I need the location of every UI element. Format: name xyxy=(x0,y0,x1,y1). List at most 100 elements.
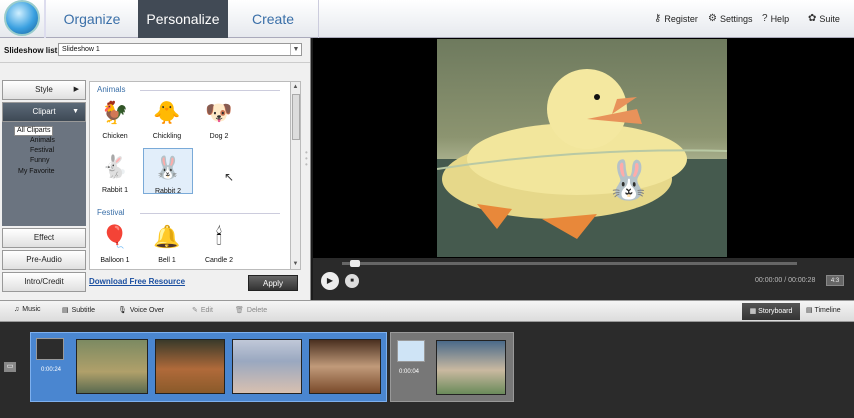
help-label: Help xyxy=(770,14,790,24)
style-button[interactable]: Style ▶ xyxy=(2,80,86,100)
chevron-up-icon[interactable]: ▲ xyxy=(291,82,300,92)
panel-resize-handle[interactable]: • • • xyxy=(305,149,309,170)
clipart-item-rabbit-2[interactable]: 🐰 Rabbit 2 xyxy=(143,148,193,195)
progress-bar[interactable] xyxy=(342,262,797,265)
settings-link[interactable]: ⚙ Settings xyxy=(708,13,753,25)
divider xyxy=(140,213,280,214)
voice-over-label: Voice Over xyxy=(129,306,165,314)
voice-over-button[interactable]: 🎙 Voice Over xyxy=(118,306,165,315)
subtitle-button[interactable]: ▤ Subtitle xyxy=(62,306,95,315)
music-button[interactable]: ♫ Music xyxy=(14,306,41,313)
transition-icon[interactable] xyxy=(397,340,425,362)
trash-icon: 🗑 xyxy=(235,307,244,314)
timecode: 00:00:00 / 00:00:28 xyxy=(755,277,816,284)
register-link[interactable]: ⚷ Register xyxy=(654,13,698,25)
slide-thumbnail-duckling[interactable] xyxy=(76,339,148,394)
suite-icon: ✿ xyxy=(808,13,817,24)
style-label: Style xyxy=(35,85,53,94)
style-thumbnail-icon[interactable] xyxy=(36,338,64,360)
balloon-icon: 🎈 xyxy=(101,224,129,249)
slide-thumbnail-fawn[interactable] xyxy=(155,339,225,394)
clipart-gallery: Animals 🐓 Chicken 🐥 Chickling 🐶 Dog 2 🐇 Rabb… xyxy=(89,81,291,270)
stop-icon[interactable]: ■ xyxy=(345,274,359,288)
clipart-item-dog-2[interactable]: 🐶 Dog 2 xyxy=(194,96,244,140)
slideshow-select-value: Slideshow 1 xyxy=(62,46,100,53)
divider xyxy=(0,62,310,63)
gear-icon: ⚙ xyxy=(708,13,717,24)
music-icon: ♫ xyxy=(14,306,20,313)
clipart-label: Clipart xyxy=(32,107,56,116)
clipart-item-balloon-1[interactable]: 🎈 Balloon 1 xyxy=(90,220,140,264)
tab-personalize[interactable]: Personalize xyxy=(138,0,228,38)
mouse-cursor-icon: ↖ xyxy=(224,170,235,184)
divider xyxy=(318,0,319,38)
help-link[interactable]: ? Help xyxy=(762,13,789,25)
intro-credit-button[interactable]: Intro/Credit xyxy=(2,272,86,292)
app-logo-icon[interactable] xyxy=(4,0,40,36)
help-icon: ? xyxy=(762,13,768,24)
clipart-label: Candle 2 xyxy=(204,257,234,264)
music-label: Music xyxy=(22,306,41,313)
slide-thumbnail-puppy[interactable] xyxy=(436,340,506,395)
apply-button[interactable]: Apply xyxy=(248,275,298,291)
rabbit-clipart-overlay[interactable]: 🐰 xyxy=(605,159,652,203)
group-duration: 0:00:24 xyxy=(41,367,62,373)
tree-item-my-favorite[interactable]: My Favorite xyxy=(18,168,55,175)
bell-icon: 🔔 xyxy=(153,224,181,249)
clipart-item-candle-2[interactable]: 🕯 Candle 2 xyxy=(194,220,244,264)
edit-button[interactable]: ✎ Edit xyxy=(192,306,213,315)
pre-audio-button[interactable]: Pre-Audio xyxy=(2,250,86,270)
effect-button[interactable]: Effect xyxy=(2,228,86,248)
slide-thumbnail-kitten[interactable] xyxy=(232,339,302,394)
suite-link[interactable]: ✿ Suite xyxy=(808,13,840,25)
chevron-down-icon: ▼ xyxy=(72,108,79,115)
category-animals: Animals xyxy=(97,85,126,94)
clipart-label: Rabbit 1 xyxy=(101,187,129,194)
suite-label: Suite xyxy=(819,14,840,24)
timeline-button[interactable]: ▤ Timeline xyxy=(806,306,841,314)
storyboard-button[interactable]: ▦ Storyboard xyxy=(742,303,800,320)
slideshow-select[interactable]: Slideshow 1 ▼ xyxy=(58,43,302,56)
category-festival: Festival xyxy=(97,208,125,217)
clipart-button[interactable]: Clipart ▼ xyxy=(2,102,86,122)
slideshow-list-label: Slideshow list : xyxy=(4,46,63,55)
tree-item-all-cliparts[interactable]: All Cliparts xyxy=(14,126,54,136)
rabbit-icon: 🐰 xyxy=(154,155,182,180)
chicken-icon: 🐓 xyxy=(101,100,129,125)
clipart-item-chicken[interactable]: 🐓 Chicken xyxy=(90,96,140,140)
tree-item-festival[interactable]: Festival xyxy=(30,147,54,154)
clipart-item-bell-1[interactable]: 🔔 Bell 1 xyxy=(142,220,192,264)
storyboard-label: Storyboard xyxy=(758,308,793,315)
clipart-label: Balloon 1 xyxy=(100,257,130,264)
tree-item-funny[interactable]: Funny xyxy=(30,157,49,164)
microphone-icon: 🎙 xyxy=(118,307,127,314)
scrollbar-thumb[interactable] xyxy=(292,94,300,140)
film-strip-icon[interactable]: ▭ xyxy=(4,362,16,372)
gallery-scrollbar[interactable]: ▲ ▼ xyxy=(290,81,301,270)
subtitle-icon: ▤ xyxy=(62,307,69,314)
chevron-down-icon[interactable]: ▼ xyxy=(290,44,301,55)
clipart-label: Chickling xyxy=(152,133,182,140)
delete-label: Delete xyxy=(246,306,268,314)
slide-thumbnail-cats[interactable] xyxy=(309,339,381,394)
pencil-icon: ✎ xyxy=(192,307,198,314)
tab-organize[interactable]: Organize xyxy=(46,0,138,38)
play-icon[interactable]: ▶ xyxy=(321,272,339,290)
clipart-label: Chicken xyxy=(102,133,128,140)
chevron-down-icon[interactable]: ▼ xyxy=(291,259,300,269)
subtitle-label: Subtitle xyxy=(71,306,95,314)
divider xyxy=(140,90,280,91)
edit-label: Edit xyxy=(200,306,213,314)
tree-item-animals[interactable]: Animals xyxy=(30,137,55,144)
clipart-item-chickling[interactable]: 🐥 Chickling xyxy=(142,96,192,140)
dog-icon: 🐶 xyxy=(205,100,233,125)
delete-button[interactable]: 🗑 Delete xyxy=(235,306,268,315)
candle-icon: 🕯 xyxy=(215,224,223,249)
download-free-resource-link[interactable]: Download Free Resource xyxy=(89,277,185,286)
aspect-ratio-button[interactable]: 4:3 xyxy=(826,275,844,286)
progress-handle[interactable] xyxy=(350,260,360,267)
tab-create[interactable]: Create xyxy=(228,0,318,38)
chevron-right-icon: ▶ xyxy=(73,86,79,93)
clipart-label: Rabbit 2 xyxy=(154,188,182,195)
clipart-item-rabbit-1[interactable]: 🐇 Rabbit 1 xyxy=(90,150,140,194)
